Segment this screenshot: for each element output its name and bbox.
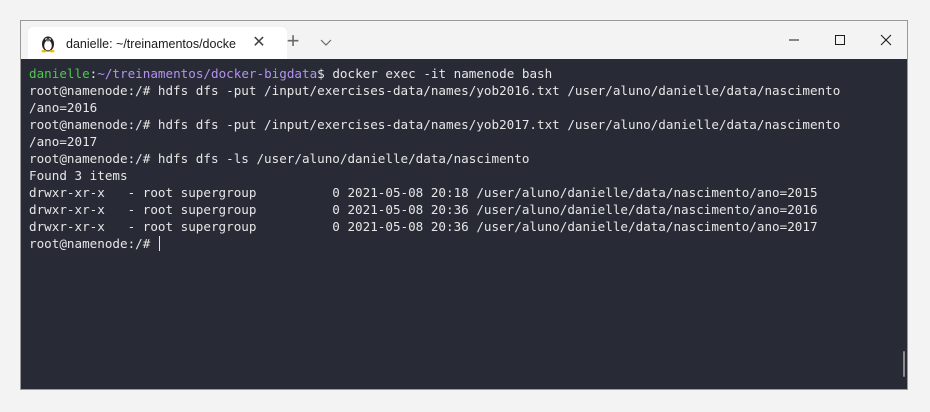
terminal-line: /ano=2016 bbox=[29, 100, 98, 115]
prompt-dollar: $ bbox=[317, 66, 333, 81]
tab-title: danielle: ~/treinamentos/docke bbox=[66, 37, 236, 51]
scrollbar[interactable] bbox=[903, 351, 905, 377]
chevron-down-icon[interactable] bbox=[314, 29, 338, 53]
close-icon bbox=[880, 34, 892, 46]
terminal-line: root@namenode:/# hdfs dfs -ls /user/alun… bbox=[29, 151, 530, 166]
minimize-icon bbox=[789, 39, 799, 41]
terminal-line: root@namenode:/# hdfs dfs -put /input/ex… bbox=[29, 117, 841, 132]
maximize-button[interactable] bbox=[817, 21, 863, 59]
text-cursor bbox=[158, 236, 160, 251]
close-tab-icon[interactable]: ✕ bbox=[249, 33, 269, 53]
tux-linux-icon bbox=[38, 33, 58, 53]
terminal-line: Found 3 items bbox=[29, 168, 128, 183]
prompt-user: danielle bbox=[29, 66, 90, 81]
current-prompt: root@namenode:/# bbox=[29, 236, 158, 251]
terminal-line: /ano=2017 bbox=[29, 134, 98, 149]
command-text: docker exec -it namenode bash bbox=[332, 66, 553, 81]
prompt-path: ~/treinamentos/docker-bigdata bbox=[97, 66, 318, 81]
terminal-line: drwxr-xr-x - root supergroup 0 2021-05-0… bbox=[29, 219, 818, 234]
terminal-window: danielle: ~/treinamentos/docke ✕ + danie… bbox=[20, 20, 908, 390]
close-button[interactable] bbox=[863, 21, 907, 59]
terminal-pane[interactable]: danielle:~/treinamentos/docker-bigdata$ … bbox=[21, 59, 907, 389]
terminal-line: root@namenode:/# hdfs dfs -put /input/ex… bbox=[29, 83, 841, 98]
title-bar: danielle: ~/treinamentos/docke ✕ + bbox=[21, 21, 907, 59]
terminal-line: drwxr-xr-x - root supergroup 0 2021-05-0… bbox=[29, 185, 818, 200]
terminal-line-current-prompt[interactable]: root@namenode:/# bbox=[29, 235, 899, 252]
new-tab-button[interactable]: + bbox=[281, 29, 305, 53]
terminal-output: danielle:~/treinamentos/docker-bigdata$ … bbox=[29, 65, 899, 252]
minimize-button[interactable] bbox=[771, 21, 817, 59]
tab-terminal[interactable]: danielle: ~/treinamentos/docke ✕ bbox=[28, 27, 287, 59]
terminal-line: drwxr-xr-x - root supergroup 0 2021-05-0… bbox=[29, 202, 818, 217]
terminal-line-first-command: danielle:~/treinamentos/docker-bigdata$ … bbox=[29, 65, 899, 82]
maximize-icon bbox=[835, 34, 845, 45]
